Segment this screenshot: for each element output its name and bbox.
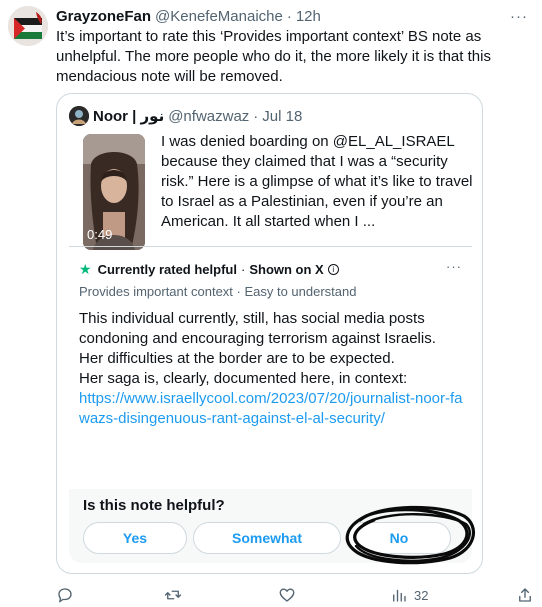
tweet-timestamp[interactable]: 12h [296, 8, 321, 25]
note-more-options-icon[interactable]: ··· [446, 259, 462, 274]
quoted-avatar[interactable] [69, 106, 89, 126]
info-icon[interactable]: i [327, 264, 339, 275]
views-icon [393, 589, 406, 602]
quoted-timestamp[interactable]: Jul 18 [262, 108, 302, 125]
more-options-icon[interactable]: ··· [510, 8, 528, 25]
tweet-header: GrayzoneFan @KenefeManaiche · 12h [56, 6, 321, 26]
quoted-author-name[interactable]: Noor | نور [93, 107, 164, 125]
community-note: ★ Currently rated helpful · Shown on X i… [69, 246, 472, 427]
video-duration: 0:49 [87, 227, 113, 242]
quoted-author-handle[interactable]: @nfwazwaz [168, 108, 249, 125]
heart-icon [279, 588, 295, 602]
video-thumbnail[interactable]: 0:49 [83, 134, 145, 250]
yes-button[interactable]: Yes [83, 522, 187, 554]
views-count: 32 [414, 587, 429, 603]
action-bar: 32 [56, 585, 536, 605]
no-button[interactable]: No [347, 522, 451, 554]
avatar-image [8, 6, 48, 46]
note-body-line: Her difficulties at the border are to be… [79, 350, 395, 367]
somewhat-button[interactable]: Somewhat [193, 522, 341, 554]
quoted-tweet-header: Noor | نور @nfwazwaz · Jul 18 [69, 106, 302, 126]
quoted-tweet-card[interactable]: Noor | نور @nfwazwaz · Jul 18 0:49 I was… [56, 93, 483, 574]
note-source-link[interactable]: https://www.israellycool.com/2023/07/20/… [79, 389, 464, 429]
share-button[interactable] [516, 585, 534, 605]
star-icon: ★ [79, 261, 92, 277]
quoted-tweet-text: I was denied boarding on @EL_AL_ISRAEL b… [161, 133, 473, 230]
shown-on-label: Shown on X [249, 262, 324, 277]
note-body-line: This individual currently, still, has so… [79, 310, 436, 347]
repost-button[interactable] [164, 585, 182, 605]
share-icon [519, 588, 531, 602]
helpful-poll: Is this note helpful? Yes Somewhat No [69, 489, 472, 563]
poll-question: Is this note helpful? [83, 497, 225, 514]
note-reasons: Provides important context · Easy to und… [79, 284, 357, 299]
reply-button[interactable] [56, 585, 74, 605]
repost-icon [164, 590, 182, 600]
tweet-text: It’s important to rate this ‘Provides im… [56, 28, 491, 85]
author-name[interactable]: GrayzoneFan [56, 8, 151, 25]
separator-dot: · [240, 262, 246, 277]
quoted-avatar-image [69, 106, 89, 126]
author-handle[interactable]: @KenefeManaiche [155, 8, 283, 25]
like-button[interactable] [278, 585, 296, 605]
views-button[interactable]: 32 [390, 585, 428, 605]
avatar[interactable] [8, 6, 48, 46]
separator-dot: · [286, 7, 292, 25]
note-body-line: Her saga is, clearly, documented here, i… [79, 370, 408, 387]
reply-icon [58, 588, 72, 603]
note-status-header: ★ Currently rated helpful · Shown on X i [79, 261, 339, 278]
separator-dot: · [253, 107, 259, 125]
note-body: This individual currently, still, has so… [79, 309, 464, 429]
note-status: Currently rated helpful [97, 262, 237, 277]
